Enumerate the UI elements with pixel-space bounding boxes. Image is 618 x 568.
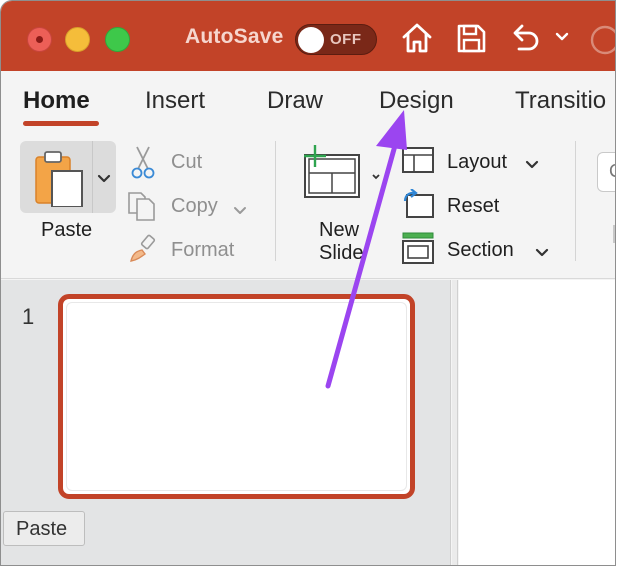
pane-splitter[interactable] (452, 280, 458, 565)
new-slide-icon[interactable] (297, 145, 367, 210)
active-tab-indicator (23, 121, 99, 126)
layout-icon (401, 145, 435, 180)
zoom-window-button[interactable] (105, 27, 130, 52)
layout-button[interactable]: Layout (447, 151, 507, 174)
toggle-state-text: OFF (330, 31, 362, 48)
paste-label: Paste (41, 219, 93, 241)
cut-scissors-icon (129, 145, 157, 184)
format-painter-icon (127, 233, 159, 270)
section-button[interactable]: Section (447, 239, 514, 262)
ribbon-divider (275, 141, 276, 261)
home-icon[interactable] (400, 21, 434, 55)
tab-draw[interactable]: Draw (267, 87, 323, 115)
ribbon-divider (575, 141, 576, 261)
reset-icon (401, 188, 435, 226)
copy-dropdown-chevron-icon[interactable] (233, 203, 247, 221)
ribbon-tabs: Home Insert Draw Design Transitio (1, 71, 615, 133)
paste-tooltip: Paste (3, 511, 85, 546)
autosave-toggle[interactable]: OFF (295, 24, 377, 55)
slide-number: 1 (22, 304, 35, 329)
tab-insert[interactable]: Insert (145, 87, 205, 115)
paste-button[interactable] (20, 141, 116, 213)
paste-options-chevron-icon[interactable] (97, 171, 111, 189)
toggle-knob (298, 27, 324, 53)
new-slide-chevron-icon[interactable] (371, 169, 381, 187)
undo-dropdown-chevron-icon[interactable] (554, 31, 570, 43)
close-window-button[interactable] (27, 27, 52, 52)
tab-transitions[interactable]: Transitio (515, 87, 606, 115)
format-painter-button[interactable]: Format (171, 239, 234, 262)
section-dropdown-chevron-icon[interactable] (535, 245, 549, 263)
reset-button[interactable]: Reset (447, 195, 499, 218)
new-slide-label-line1: New (319, 219, 360, 241)
new-slide-label-line2: Slide (319, 242, 364, 264)
slide-thumbnail[interactable] (58, 294, 415, 499)
cut-button[interactable]: Cut (171, 151, 202, 174)
paste-split-divider (92, 141, 93, 213)
redo-icon[interactable] (587, 23, 615, 57)
copy-icon (126, 189, 158, 228)
layout-dropdown-chevron-icon[interactable] (525, 157, 539, 175)
ribbon-edge-control (613, 225, 615, 243)
minimize-window-button[interactable] (65, 27, 90, 52)
slide-editor-canvas[interactable] (459, 280, 615, 565)
tab-design[interactable]: Design (379, 87, 454, 115)
title-bar: AutoSave OFF (1, 1, 615, 71)
paste-clipboard-icon (32, 149, 88, 212)
tab-home[interactable]: Home (23, 87, 90, 115)
new-slide-label[interactable]: New Slide (319, 219, 363, 265)
autosave-label: AutoSave (185, 25, 284, 48)
undo-icon[interactable] (507, 21, 543, 55)
font-name-field[interactable]: C (597, 152, 615, 192)
ribbon-home: Paste Cut Copy Format New Slide Layout R… (1, 133, 615, 279)
copy-button[interactable]: Copy (171, 195, 218, 218)
powerpoint-window: AutoSave OFF Home Insert Draw Design Tra… (0, 0, 616, 566)
section-icon (401, 231, 435, 270)
save-icon[interactable] (454, 21, 488, 55)
